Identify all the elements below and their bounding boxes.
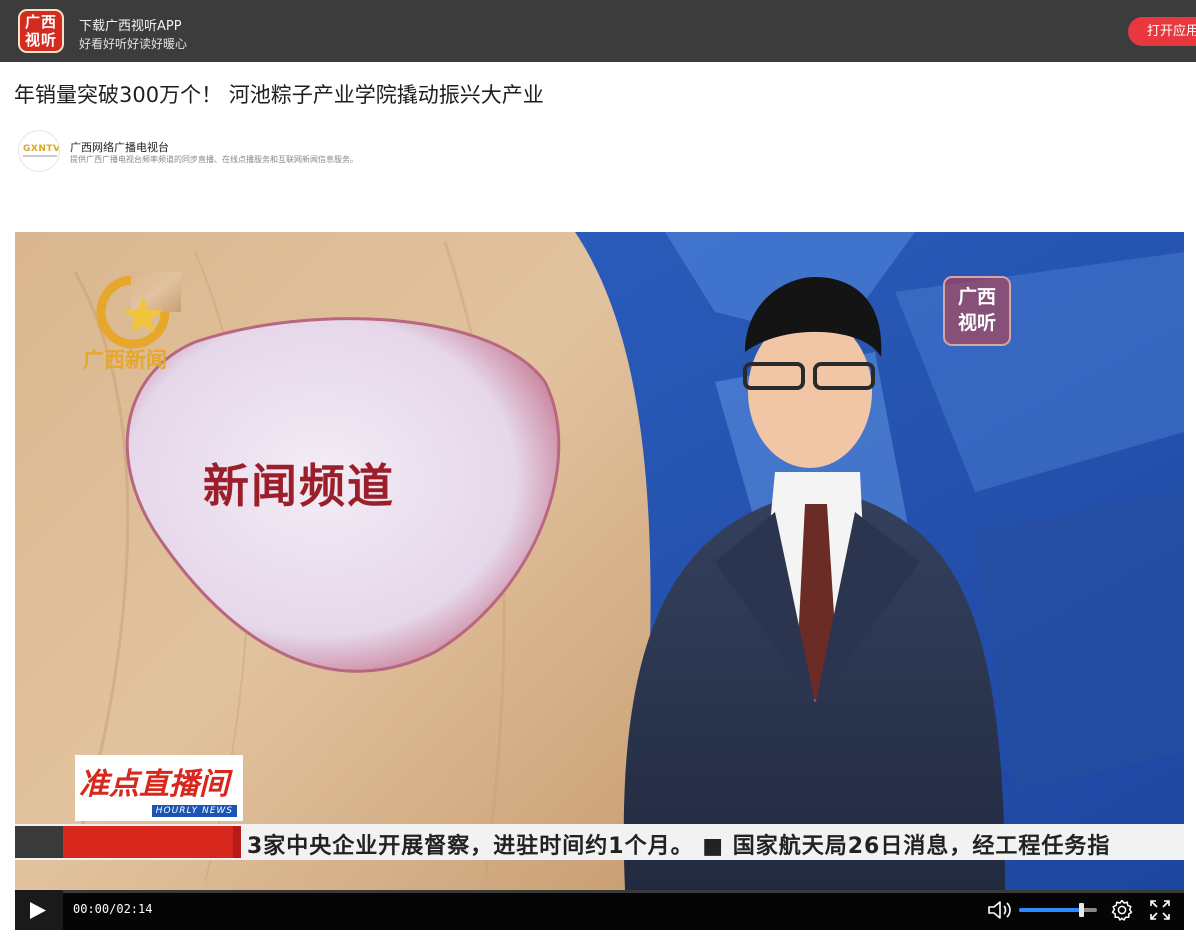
volume-knob[interactable] bbox=[1079, 903, 1085, 917]
app-logo-line1: 广西 bbox=[24, 13, 57, 31]
open-app-button[interactable]: 打开应用 bbox=[1128, 17, 1196, 46]
time-display: 00:00/02:14 bbox=[73, 902, 153, 916]
progress-bar[interactable] bbox=[15, 890, 1184, 893]
author-avatar[interactable]: GXNTV bbox=[18, 130, 60, 172]
news-ticker: 3家中央企业开展督察，进驻时间约1个月。 ■ 国家航天局26日消息，经工程任务指 bbox=[247, 834, 1111, 859]
program-tag-en: HOURLY NEWS bbox=[151, 805, 237, 817]
app-logo-line2: 视听 bbox=[24, 31, 57, 49]
app-download-banner: 广西 视听 下载广西视听APP 好看好听好读好暖心 打开应用 bbox=[0, 0, 1196, 62]
channel-name: 新闻频道 bbox=[203, 459, 395, 513]
program-tag-text: 准点直播间 bbox=[79, 767, 229, 802]
video-controls: 00:00/02:14 bbox=[15, 890, 1184, 930]
volume-slider[interactable] bbox=[1019, 903, 1097, 917]
author-avatar-text: GXNTV bbox=[23, 144, 60, 154]
banner-subtitle: 好看好听好读好暖心 bbox=[79, 37, 188, 51]
author-avatar-underline bbox=[23, 155, 57, 157]
corner-watermark: 广西 视听 bbox=[943, 276, 1011, 346]
fullscreen-icon[interactable] bbox=[1149, 899, 1171, 921]
gear-icon[interactable] bbox=[1111, 899, 1133, 921]
volume-icon[interactable] bbox=[987, 899, 1013, 921]
author-description: 提供广西广播电视台频率频道的同步直播、在线点播服务和互联网新闻信息服务。 bbox=[70, 155, 358, 164]
play-button[interactable] bbox=[15, 890, 63, 930]
corner-logo-line1: 广西 bbox=[957, 286, 996, 308]
author-name[interactable]: 广西网络广播电视台 bbox=[70, 139, 169, 155]
play-icon bbox=[30, 902, 46, 919]
article-headline: 年销量突破300万个！ 河池粽子产业学院撬动振兴大产业 bbox=[14, 83, 544, 107]
corner-logo-line2: 视听 bbox=[957, 312, 996, 334]
program-tag: 准点直播间 HOURLY NEWS bbox=[75, 755, 243, 821]
banner-title: 下载广西视听APP bbox=[79, 19, 182, 34]
volume-fill bbox=[1019, 908, 1082, 912]
video-player[interactable]: 广西新闻 新闻频道 广西 视听 准点直播间 HOURLY NEWS 3家中央企业… bbox=[15, 232, 1184, 930]
station-logo-text: 广西新闻 bbox=[83, 347, 167, 372]
app-logo[interactable]: 广西 视听 bbox=[18, 9, 64, 53]
